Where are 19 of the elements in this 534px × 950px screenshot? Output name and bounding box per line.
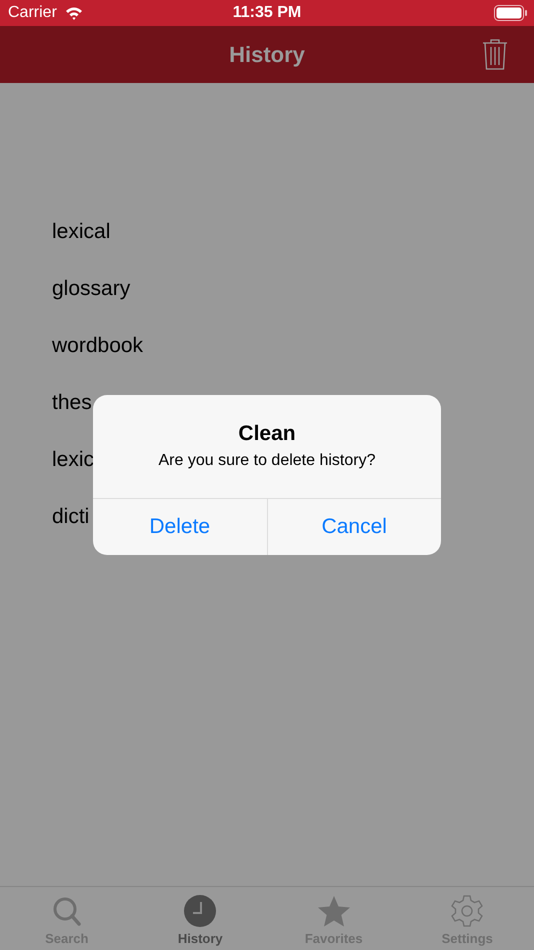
trash-icon[interactable] xyxy=(482,38,508,71)
history-item[interactable]: thes xyxy=(52,386,92,418)
history-item[interactable]: wordbook xyxy=(52,330,144,362)
history-item[interactable]: lexical xyxy=(52,216,110,248)
delete-button[interactable]: Delete xyxy=(93,499,266,555)
carrier-label: Carrier xyxy=(8,3,57,23)
battery-icon xyxy=(494,5,528,21)
page-title: History xyxy=(229,41,305,69)
alert-message: Are you sure to delete history? xyxy=(158,451,376,471)
cancel-button[interactable]: Cancel xyxy=(266,499,441,555)
history-item[interactable]: lexic xyxy=(52,444,94,476)
star-icon xyxy=(316,895,351,928)
settings-icon xyxy=(450,895,484,928)
history-item[interactable]: glossary xyxy=(52,272,130,304)
alert-title: Clean xyxy=(238,421,296,447)
clock-label: 11:35 PM xyxy=(232,3,302,23)
wifi-icon xyxy=(64,6,83,20)
history-item[interactable]: dicti xyxy=(52,500,90,532)
clock-icon xyxy=(183,895,218,928)
